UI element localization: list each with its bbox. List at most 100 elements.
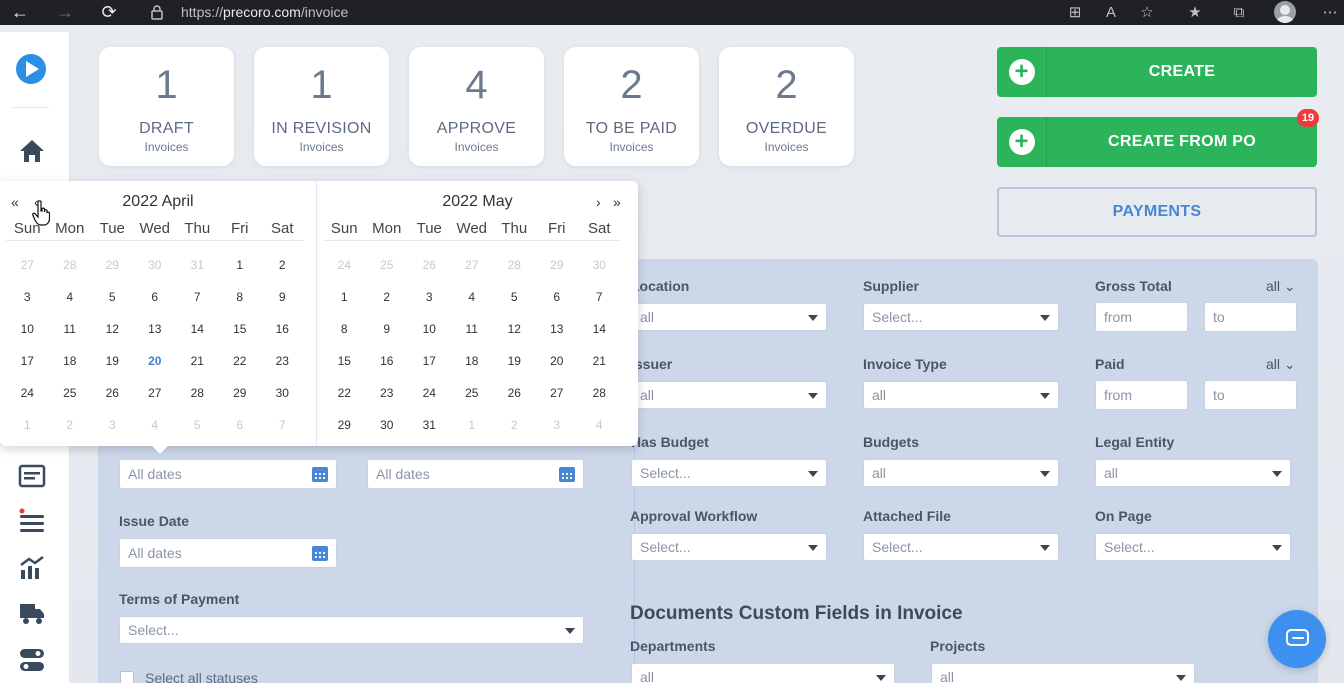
stat-card-overdue[interactable]: 2 OVERDUE Invoices — [719, 47, 854, 166]
collections-icon[interactable]: ⧉ — [1229, 3, 1249, 23]
calendar-icon[interactable] — [312, 546, 328, 561]
calendar-day[interactable]: 3 — [91, 418, 134, 432]
calendar-day[interactable]: 4 — [451, 290, 494, 304]
location-select[interactable]: all — [631, 303, 827, 331]
calendar-day[interactable]: 6 — [219, 418, 262, 432]
calendar-day[interactable]: 1 — [6, 418, 49, 432]
calendar-day[interactable]: 21 — [176, 354, 219, 368]
calendar-day[interactable]: 1 — [219, 258, 262, 272]
calendar-day[interactable]: 8 — [219, 290, 262, 304]
payments-button[interactable]: PAYMENTS — [997, 187, 1317, 237]
paid-mode-dropdown[interactable]: all ⌄ — [1266, 356, 1296, 373]
calendar-day[interactable]: 29 — [323, 418, 366, 432]
calendar-day[interactable]: 22 — [323, 386, 366, 400]
calendar-day[interactable]: 11 — [451, 322, 494, 336]
profile-avatar[interactable] — [1274, 1, 1296, 23]
calendar-day[interactable]: 24 — [6, 386, 49, 400]
calendar-day[interactable]: 23 — [366, 386, 409, 400]
calendar-day[interactable]: 13 — [134, 322, 177, 336]
calendar-day[interactable]: 5 — [493, 290, 536, 304]
calendar-day[interactable]: 27 — [451, 258, 494, 272]
create-button[interactable]: + CREATE — [997, 47, 1317, 97]
select-all-statuses-checkbox[interactable] — [120, 671, 134, 683]
calendar-day[interactable]: 26 — [91, 386, 134, 400]
calendar-day[interactable]: 25 — [366, 258, 409, 272]
invoices-icon[interactable] — [18, 463, 46, 489]
calendar-day[interactable]: 9 — [261, 290, 304, 304]
calendar-day[interactable]: 7 — [578, 290, 621, 304]
calendar-day[interactable]: 30 — [578, 258, 621, 272]
calendar-day[interactable]: 29 — [219, 386, 262, 400]
on-page-select[interactable]: Select... — [1095, 533, 1291, 561]
calendar-day[interactable]: 15 — [219, 322, 262, 336]
calendar-day[interactable]: 4 — [578, 418, 621, 432]
calendar-day[interactable]: 13 — [536, 322, 579, 336]
calendar-day[interactable]: 25 — [451, 386, 494, 400]
has-budget-select[interactable]: Select... — [631, 459, 827, 487]
reload-icon[interactable]: ⟳ — [98, 1, 120, 23]
paid-to-input[interactable]: to — [1204, 380, 1297, 410]
departments-select[interactable]: all — [631, 663, 895, 683]
paid-from-input[interactable]: from — [1095, 380, 1188, 410]
attached-file-select[interactable]: Select... — [863, 533, 1059, 561]
delivery-truck-icon[interactable] — [18, 600, 46, 626]
calendar-day[interactable]: 28 — [176, 386, 219, 400]
calendar-day[interactable]: 7 — [261, 418, 304, 432]
calendar-day[interactable]: 16 — [261, 322, 304, 336]
calendar-day[interactable]: 10 — [6, 322, 49, 336]
calendar-icon[interactable] — [312, 467, 328, 482]
calendar-day[interactable]: 1 — [451, 418, 494, 432]
calendar-day[interactable]: 20 — [134, 354, 177, 368]
home-icon[interactable] — [18, 138, 46, 164]
issuer-select[interactable]: all — [631, 381, 827, 409]
calendar-day[interactable]: 28 — [49, 258, 92, 272]
calendar-day[interactable]: 8 — [323, 322, 366, 336]
calendar-day[interactable]: 25 — [49, 386, 92, 400]
calendar-day[interactable]: 22 — [219, 354, 262, 368]
calendar-day[interactable]: 4 — [49, 290, 92, 304]
calendar-day[interactable]: 15 — [323, 354, 366, 368]
calendar-day[interactable]: 12 — [91, 322, 134, 336]
calendar-day[interactable]: 20 — [536, 354, 579, 368]
terms-of-payment-select[interactable]: Select... — [119, 616, 584, 644]
calendar-day[interactable]: 6 — [134, 290, 177, 304]
calendar-day[interactable]: 31 — [408, 418, 451, 432]
calendar-day[interactable]: 6 — [536, 290, 579, 304]
gross-total-from-input[interactable]: from — [1095, 302, 1188, 332]
add-favorite-icon[interactable]: ☆ — [1137, 3, 1157, 23]
stat-card-draft[interactable]: 1 DRAFT Invoices — [99, 47, 234, 166]
calendar-day[interactable]: 5 — [176, 418, 219, 432]
calendar-icon[interactable] — [559, 467, 575, 482]
calendar-day[interactable]: 30 — [366, 418, 409, 432]
calendar-day[interactable]: 7 — [176, 290, 219, 304]
calendar-day[interactable]: 18 — [49, 354, 92, 368]
legal-entity-select[interactable]: all — [1095, 459, 1291, 487]
apps-icon[interactable]: ⊞ — [1065, 3, 1085, 23]
calendar-day[interactable]: 31 — [176, 258, 219, 272]
settings-toggle-icon[interactable] — [18, 647, 46, 673]
address-bar[interactable]: https://precoro.com/invoice — [181, 4, 348, 20]
read-aloud-icon[interactable]: A — [1101, 3, 1121, 23]
calendar-day[interactable]: 18 — [451, 354, 494, 368]
calendar-day[interactable]: 12 — [493, 322, 536, 336]
calendar-day[interactable]: 29 — [91, 258, 134, 272]
calendar-day[interactable]: 4 — [134, 418, 177, 432]
calendar-day[interactable]: 9 — [366, 322, 409, 336]
calendar-day[interactable]: 26 — [493, 386, 536, 400]
calendar-day[interactable]: 19 — [91, 354, 134, 368]
calendar-day[interactable]: 30 — [261, 386, 304, 400]
calendar-day[interactable]: 23 — [261, 354, 304, 368]
gross-total-to-input[interactable]: to — [1204, 302, 1297, 332]
gross-total-mode-dropdown[interactable]: all ⌄ — [1266, 278, 1296, 295]
calendar-day[interactable]: 24 — [408, 386, 451, 400]
calendar-day[interactable]: 17 — [6, 354, 49, 368]
calendar-day[interactable]: 27 — [134, 386, 177, 400]
calendar-day[interactable]: 2 — [49, 418, 92, 432]
calendar-day[interactable]: 26 — [408, 258, 451, 272]
calendar-day[interactable]: 5 — [91, 290, 134, 304]
projects-select[interactable]: all — [931, 663, 1195, 683]
calendar-day[interactable]: 28 — [578, 386, 621, 400]
back-icon[interactable]: ← — [9, 1, 31, 23]
calendar-day[interactable]: 10 — [408, 322, 451, 336]
stat-card-to-be-paid[interactable]: 2 TO BE PAID Invoices — [564, 47, 699, 166]
